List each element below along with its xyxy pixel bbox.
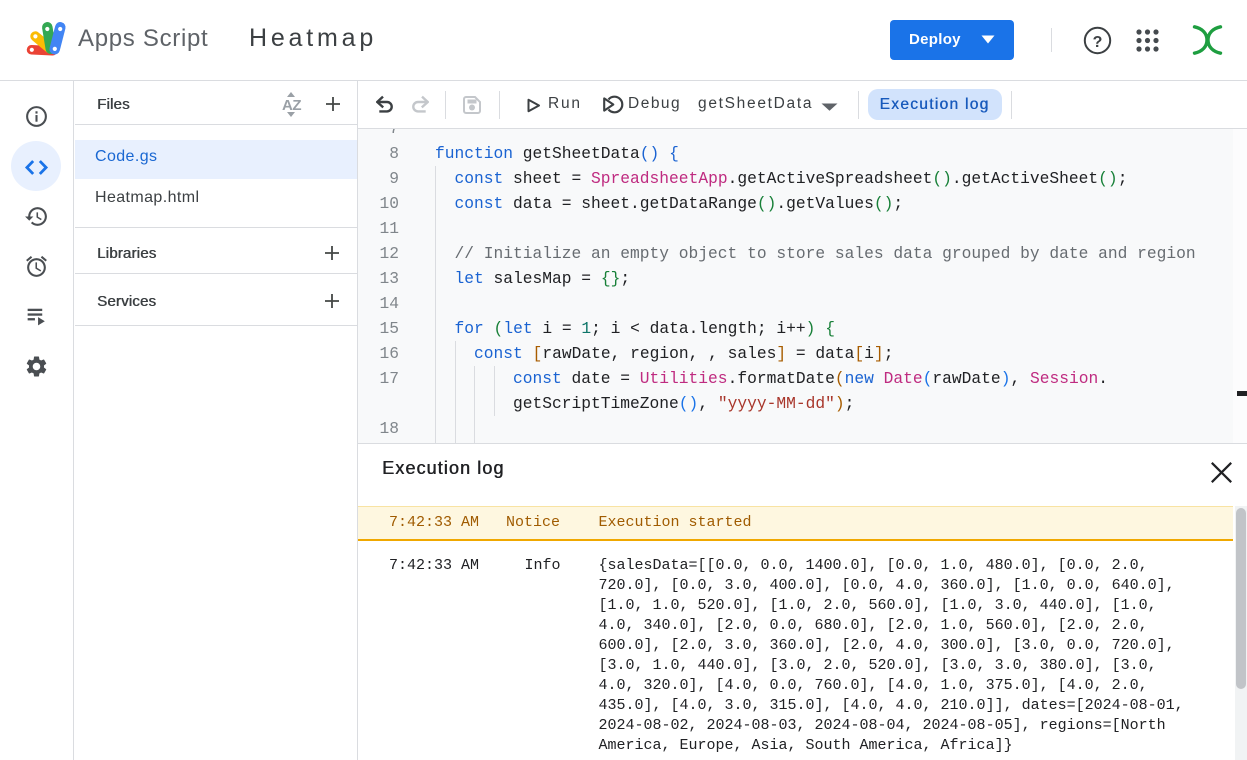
svg-text:?: ?: [1093, 34, 1103, 51]
